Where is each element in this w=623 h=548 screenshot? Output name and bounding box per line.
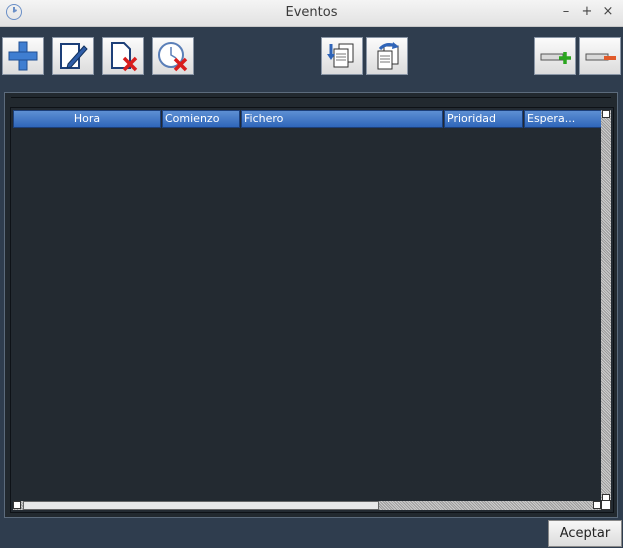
plus-icon [8, 41, 38, 71]
maximize-button[interactable]: + [578, 3, 596, 21]
edit-document-icon [60, 43, 88, 69]
export-button[interactable] [366, 37, 408, 75]
edit-event-button[interactable] [52, 37, 94, 75]
delete-clock-event-button[interactable] [152, 37, 194, 75]
column-header-comienzo[interactable]: Comienzo [162, 110, 240, 128]
column-header-hora[interactable]: Hora [13, 110, 161, 128]
scroll-corner [601, 500, 611, 510]
scroll-up-arrow[interactable] [602, 110, 610, 118]
scroll-left-arrow[interactable] [13, 501, 21, 509]
add-event-button[interactable] [2, 37, 44, 75]
scroll-right-arrow[interactable] [593, 501, 601, 509]
clock-delete-icon [158, 42, 188, 72]
export-documents-icon [377, 42, 399, 70]
import-button[interactable] [321, 37, 363, 75]
column-header-fichero[interactable]: Fichero [241, 110, 443, 128]
window-title: Eventos [285, 5, 338, 20]
remove-row-button[interactable] [579, 37, 621, 75]
horizontal-scroll-thumb[interactable] [23, 501, 379, 510]
events-panel: Hora Comienzo Fichero Prioridad Espera..… [0, 84, 623, 520]
vertical-scrollbar[interactable] [601, 110, 611, 502]
horizontal-scrollbar[interactable] [13, 501, 601, 510]
delete-event-button[interactable] [102, 37, 144, 75]
footer-bar: Aceptar [0, 520, 623, 548]
remove-row-icon [585, 53, 616, 61]
minimize-button[interactable]: – [557, 3, 575, 21]
accept-button[interactable]: Aceptar [548, 520, 622, 547]
events-frame: Hora Comienzo Fichero Prioridad Espera..… [4, 92, 618, 518]
column-header-espera[interactable]: Espera... [524, 110, 602, 128]
column-header-prioridad[interactable]: Prioridad [444, 110, 523, 128]
import-documents-icon [327, 43, 354, 68]
title-bar: Eventos – + × [0, 0, 623, 27]
toolbar [0, 27, 623, 83]
close-button[interactable]: × [599, 3, 617, 21]
add-row-button[interactable] [534, 37, 576, 75]
add-row-icon [540, 52, 571, 64]
separator-line [11, 97, 611, 98]
delete-document-icon [111, 42, 138, 72]
events-table[interactable]: Hora Comienzo Fichero Prioridad Espera..… [10, 107, 614, 513]
